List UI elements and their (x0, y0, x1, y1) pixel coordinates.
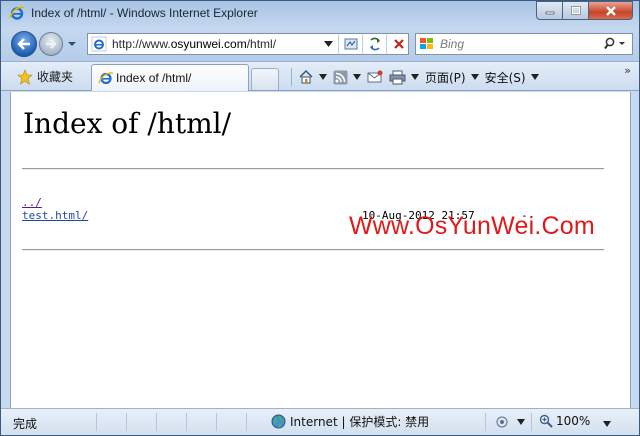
refresh-icon (369, 37, 380, 51)
compatibility-view-button[interactable] (339, 34, 363, 54)
minimize-button[interactable] (536, 1, 563, 20)
new-tab-button[interactable] (251, 68, 279, 90)
address-host: osyunwei.com (170, 37, 247, 51)
more-commands-chevron-icon[interactable]: » (624, 64, 631, 77)
maximize-icon (570, 5, 581, 15)
favorites-label: 收藏夹 (37, 70, 74, 84)
chevron-down-icon (530, 74, 539, 80)
chevron-down-icon (470, 74, 479, 80)
zoom-level: 100% (556, 414, 591, 428)
star-icon (17, 68, 33, 85)
home-icon (299, 70, 313, 84)
page-content[interactable]: Index of /html/ ../ test.html/ 10-Aug-20… (10, 92, 631, 408)
divider (22, 168, 604, 170)
feeds-button[interactable] (333, 66, 361, 88)
browser-window: Index of /html/ - Windows Internet Explo… (0, 0, 640, 436)
search-button[interactable] (602, 36, 628, 52)
address-prefix: http://www. (112, 37, 171, 51)
file-link[interactable]: test.html/ (22, 209, 88, 222)
bing-logo-icon (420, 38, 433, 49)
ie-page-icon (98, 72, 114, 85)
zoom-dropdown-icon[interactable] (603, 421, 611, 427)
security-zone[interactable]: Internet | 保护模式: 禁用 (271, 413, 429, 430)
list-item: test.html/ 10-Aug-2012 21:57 - (22, 209, 528, 222)
status-pane (157, 413, 187, 431)
search-placeholder: Bing (440, 37, 465, 51)
directory-listing: ../ test.html/ 10-Aug-2012 21:57 - (22, 196, 528, 222)
chevron-down-icon[interactable] (353, 74, 361, 80)
navigation-bar: http://www.osyunwei.com/html/ Bing (1, 28, 639, 60)
separator (291, 68, 292, 86)
refresh-button[interactable] (363, 34, 387, 54)
tab-label: Index of /html/ (116, 71, 192, 85)
status-pane (97, 413, 127, 431)
back-button[interactable] (11, 31, 37, 57)
address-path: /html/ (246, 37, 277, 51)
safety-menu-label: 安全(S) (484, 70, 526, 85)
protected-mode-button[interactable] (495, 415, 525, 429)
status-text: 完成 (13, 417, 38, 431)
command-bar: 页面(P) 安全(S) (291, 66, 545, 88)
address-buttons (338, 34, 411, 54)
close-button[interactable] (589, 1, 633, 20)
stop-icon (393, 39, 404, 49)
mail-icon (367, 70, 383, 83)
chevron-down-icon (517, 419, 525, 425)
status-divider (531, 413, 532, 431)
address-dropdown-icon[interactable] (324, 41, 333, 47)
minimize-icon (545, 11, 554, 14)
status-pane (67, 413, 97, 431)
recent-pages-dropdown-icon[interactable] (67, 40, 77, 48)
forward-button[interactable] (39, 32, 63, 56)
print-button[interactable] (389, 66, 419, 88)
title-bar[interactable]: Index of /html/ - Windows Internet Explo… (1, 1, 639, 27)
mail-button[interactable] (367, 66, 383, 88)
address-url[interactable]: http://www.osyunwei.com/html/ (112, 37, 276, 51)
search-box[interactable]: Bing (415, 33, 633, 55)
status-bar: 完成 Internet | 保护模式: 禁用 100% (1, 408, 639, 435)
tab-command-bar: 收藏夹 Index of /html/ 页面(P) 安全(S) » (1, 61, 639, 91)
chevron-down-icon[interactable] (319, 74, 327, 80)
parent-directory-link[interactable]: ../ (22, 196, 42, 209)
status-divider (485, 413, 486, 431)
print-icon (389, 70, 406, 84)
window-title: Index of /html/ - Windows Internet Explo… (31, 6, 258, 20)
caption-buttons (536, 1, 633, 20)
status-pane (187, 413, 217, 431)
safety-menu-button[interactable]: 安全(S) (485, 66, 539, 88)
close-icon (605, 5, 616, 16)
ie-page-icon (91, 36, 107, 52)
zoom-button[interactable]: 100% (539, 414, 590, 428)
search-icon (604, 37, 625, 50)
divider (22, 249, 604, 251)
page-menu-button[interactable]: 页面(P) (425, 66, 479, 88)
security-zone-label: Internet | 保护模式: 禁用 (290, 415, 430, 429)
settings-icon (496, 416, 508, 428)
favorites-button[interactable]: 收藏夹 (17, 68, 73, 85)
forward-arrow-icon (46, 39, 57, 49)
watermark-text: Www.OsYunWei.Com (349, 212, 595, 240)
status-pane (217, 413, 247, 431)
status-pane (127, 413, 157, 431)
stop-button[interactable] (387, 34, 411, 54)
globe-icon (271, 414, 286, 429)
page-menu-label: 页面(P) (425, 70, 466, 85)
address-bar[interactable]: http://www.osyunwei.com/html/ (87, 33, 411, 55)
ie-logo-icon (9, 6, 25, 20)
chevron-down-icon[interactable] (411, 74, 419, 80)
page-heading: Index of /html/ (23, 107, 232, 140)
maximize-button[interactable] (563, 1, 589, 20)
rss-icon (333, 70, 348, 84)
tab-active[interactable]: Index of /html/ (91, 64, 249, 91)
home-button[interactable] (298, 66, 327, 88)
compatibility-view-icon (344, 38, 357, 50)
list-item: ../ (22, 196, 88, 209)
status-panes (67, 413, 247, 431)
back-arrow-icon (17, 38, 30, 50)
zoom-icon (539, 414, 553, 428)
